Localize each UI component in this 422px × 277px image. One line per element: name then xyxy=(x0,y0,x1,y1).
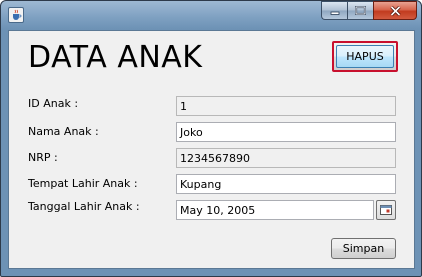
tanggal-lahir-label: Tanggal Lahir Anak : xyxy=(28,200,140,213)
nama-anak-label: Nama Anak : xyxy=(28,125,99,138)
delete-button-label: HAPUS xyxy=(336,45,394,68)
close-button[interactable] xyxy=(373,1,417,20)
minimize-icon xyxy=(330,11,339,15)
save-button[interactable]: Simpan xyxy=(331,238,396,259)
content-panel: DATA ANAK HAPUS ID Anak : 1 Nama Anak : … xyxy=(8,30,415,269)
title-bar[interactable] xyxy=(1,1,421,29)
tempat-lahir-label: Tempat Lahir Anak : xyxy=(28,177,138,190)
maximize-button[interactable] xyxy=(347,1,373,20)
minimize-button[interactable] xyxy=(321,1,347,20)
id-anak-field[interactable]: 1 xyxy=(176,96,396,116)
nrp-label: NRP : xyxy=(28,151,58,164)
id-anak-label: ID Anak : xyxy=(28,97,79,110)
tanggal-lahir-field[interactable]: May 10, 2005 xyxy=(176,200,374,220)
tempat-lahir-field[interactable]: Kupang xyxy=(176,174,396,194)
date-picker-button[interactable] xyxy=(376,200,396,220)
java-cup-icon[interactable] xyxy=(8,7,24,23)
close-icon xyxy=(389,5,401,16)
window-controls xyxy=(321,1,417,21)
maximize-icon xyxy=(355,6,366,15)
app-window: DATA ANAK HAPUS ID Anak : 1 Nama Anak : … xyxy=(0,0,422,277)
delete-button[interactable]: HAPUS xyxy=(332,41,398,72)
calendar-icon xyxy=(380,205,392,215)
nama-anak-field[interactable]: Joko xyxy=(176,122,396,142)
page-title: DATA ANAK xyxy=(28,40,203,75)
nrp-field[interactable]: 1234567890 xyxy=(176,148,396,168)
